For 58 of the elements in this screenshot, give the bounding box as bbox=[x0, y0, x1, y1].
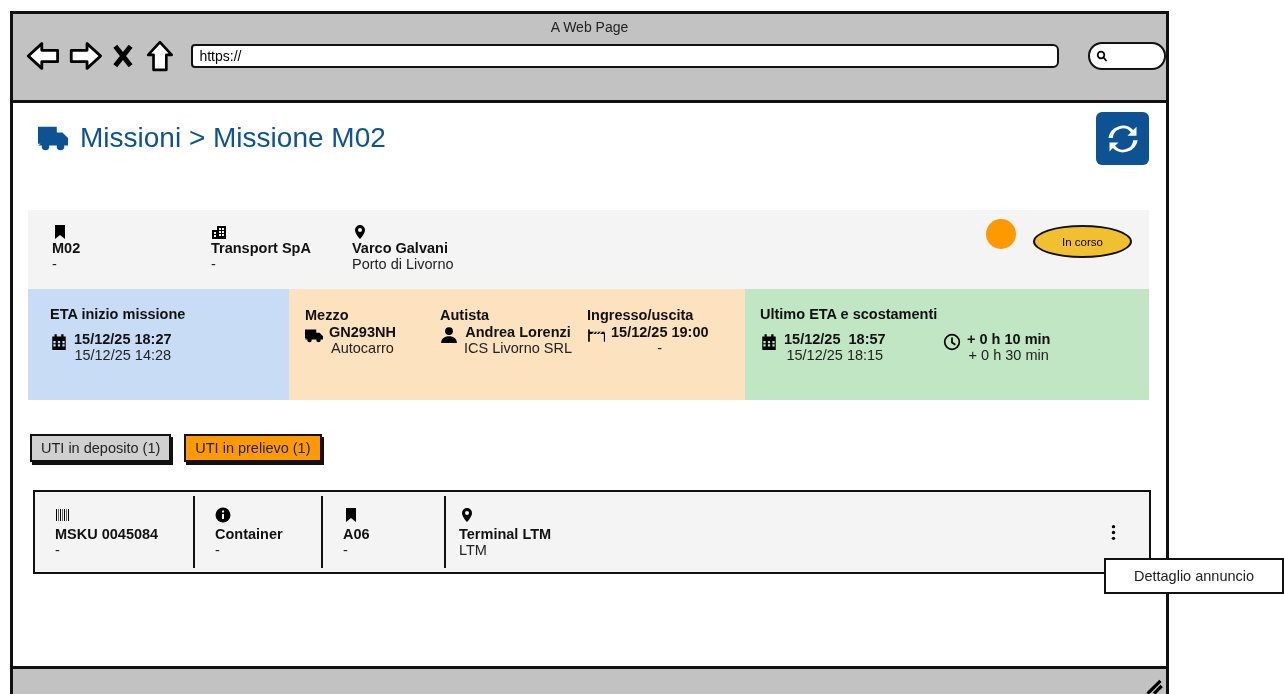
field-value: Terminal LTM bbox=[459, 526, 552, 542]
field-subtext: - bbox=[55, 542, 61, 558]
info-icon bbox=[215, 507, 231, 523]
resize-grip-icon[interactable] bbox=[1145, 677, 1163, 694]
calendar-icon bbox=[760, 333, 778, 351]
field-subtext: - bbox=[657, 340, 663, 356]
location-pin-icon bbox=[352, 224, 368, 240]
column-title: Mezzo bbox=[305, 307, 349, 323]
field-subtext: 15/12/25 18:15 bbox=[786, 347, 884, 363]
field-value: 15/12/25 18:27 bbox=[74, 331, 172, 347]
more-options-icon[interactable] bbox=[1111, 524, 1116, 541]
search-icon bbox=[1096, 50, 1109, 62]
field-value: Varco Galvani bbox=[352, 240, 449, 256]
panel-title: Ultimo ETA e scostamenti bbox=[760, 306, 939, 322]
field-value: GN293NH bbox=[329, 324, 396, 340]
field-value: + 0 h 10 min bbox=[967, 331, 1051, 347]
field-value: MSKU 0045084 bbox=[55, 526, 160, 542]
field-value: 15/12/25 18:57 bbox=[784, 331, 886, 347]
field-subtext: ICS Livorno SRL bbox=[464, 340, 572, 356]
bookmark-icon bbox=[343, 507, 359, 523]
breadcrumb: Missioni > Missione M02 bbox=[80, 122, 386, 154]
tab[interactable]: UTI in prelievo (1) bbox=[184, 434, 322, 462]
field-subtext: Autocarro bbox=[331, 340, 394, 356]
field-subtext: - bbox=[52, 256, 58, 272]
window-title: A Web Page bbox=[550, 19, 629, 35]
field-subtext: 15/12/25 14:28 bbox=[74, 347, 172, 363]
truck-icon bbox=[305, 326, 323, 344]
column-title: Autista bbox=[440, 307, 490, 323]
back-icon[interactable] bbox=[26, 40, 60, 72]
address-field[interactable]: https:// bbox=[191, 44, 1060, 68]
field-value: 15/12/25 19:00 bbox=[611, 324, 709, 340]
refresh-button[interactable] bbox=[1096, 112, 1149, 165]
field-subtext: LTM bbox=[459, 542, 488, 558]
building-icon bbox=[211, 224, 227, 240]
field-subtext: + 0 h 30 min bbox=[968, 347, 1049, 363]
location-pin-icon bbox=[459, 507, 475, 523]
field-value: M02 bbox=[52, 240, 82, 256]
clock-icon bbox=[943, 333, 961, 351]
bookmark-icon bbox=[52, 224, 68, 240]
person-icon bbox=[440, 326, 458, 344]
barcode-icon bbox=[55, 507, 71, 523]
column-title: Ingresso/uscita bbox=[587, 307, 694, 323]
menu-item[interactable]: Dettaglio annuncio bbox=[1133, 568, 1255, 584]
field-value: A06 bbox=[343, 526, 371, 542]
search-field[interactable] bbox=[1088, 42, 1166, 70]
field-subtext: - bbox=[211, 256, 217, 272]
forward-icon[interactable] bbox=[68, 40, 103, 72]
calendar-icon bbox=[50, 333, 68, 351]
tab[interactable]: UTI in deposito (1) bbox=[30, 434, 172, 462]
panel-title: ETA inizio missione bbox=[50, 306, 187, 322]
field-subtext: - bbox=[215, 542, 221, 558]
status-badge: In corso bbox=[1033, 225, 1132, 258]
field-value: Transport SpA bbox=[211, 240, 312, 256]
field-subtext: - bbox=[343, 542, 349, 558]
field-value: Container bbox=[215, 526, 284, 542]
field-subtext: Porto di Livorno bbox=[352, 256, 454, 272]
barrier-icon bbox=[587, 326, 605, 344]
field-value: Andrea Lorenzi bbox=[465, 324, 571, 340]
